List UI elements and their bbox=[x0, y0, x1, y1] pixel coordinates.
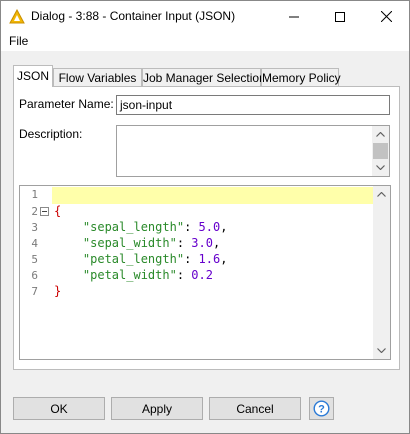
dialog-window: Dialog - 3:88 - Container Input (JSON) F… bbox=[0, 0, 410, 434]
line-number: 1 bbox=[31, 188, 38, 201]
menu-file[interactable]: File bbox=[9, 34, 28, 48]
svg-text:?: ? bbox=[318, 404, 325, 416]
code-line: "sepal_length": 5.0, bbox=[82, 220, 228, 234]
help-icon: ? bbox=[313, 400, 330, 417]
maximize-icon bbox=[335, 11, 345, 22]
line-number: 4 bbox=[31, 237, 38, 250]
json-editor[interactable]: 1 2 3 4 5 6 7 { "sepal_length": 5.0, "se… bbox=[19, 185, 391, 360]
code-line: "petal_length": 1.6, bbox=[82, 252, 228, 266]
tab-memory-policy[interactable]: Memory Policy bbox=[261, 68, 341, 86]
json-value: 0.2 bbox=[191, 268, 213, 282]
fold-collapse-icon[interactable] bbox=[40, 207, 49, 216]
tab-json[interactable]: JSON bbox=[13, 65, 53, 87]
parameter-name-input[interactable]: json-input bbox=[116, 95, 390, 115]
window-title: Dialog - 3:88 - Container Input (JSON) bbox=[31, 9, 236, 23]
menu-bar: File bbox=[1, 32, 409, 51]
tab-flow-variables[interactable]: Flow Variables bbox=[53, 68, 142, 86]
apply-button[interactable]: Apply bbox=[111, 397, 203, 420]
current-line-highlight bbox=[52, 187, 374, 204]
json-value: 5.0 bbox=[198, 220, 221, 234]
help-button[interactable]: ? bbox=[309, 397, 334, 420]
json-key: "sepal_width" bbox=[82, 236, 177, 250]
code-line: "sepal_width": 3.0, bbox=[82, 236, 221, 250]
minimize-icon bbox=[289, 16, 299, 17]
cancel-button[interactable]: Cancel bbox=[209, 397, 301, 420]
tab-job-manager-selection[interactable]: Job Manager Selection bbox=[142, 68, 266, 86]
code-line-close-brace: } bbox=[54, 284, 61, 298]
maximize-button[interactable] bbox=[317, 1, 363, 32]
scroll-up-icon[interactable] bbox=[372, 126, 389, 143]
ok-button[interactable]: OK bbox=[13, 397, 105, 420]
scroll-thumb[interactable] bbox=[373, 143, 388, 159]
scroll-up-icon[interactable] bbox=[373, 186, 390, 203]
code-line-open-brace: { bbox=[54, 204, 61, 218]
close-icon bbox=[380, 11, 392, 22]
description-textarea[interactable] bbox=[116, 125, 390, 177]
json-key: "petal_width" bbox=[82, 268, 177, 282]
code-line: "petal_width": 0.2 bbox=[82, 268, 213, 282]
line-number: 7 bbox=[31, 285, 38, 298]
json-value: 1.6 bbox=[198, 252, 221, 266]
editor-gutter: 1 2 3 4 5 6 7 bbox=[20, 186, 52, 359]
line-number: 2 bbox=[31, 205, 38, 218]
minimize-button[interactable] bbox=[271, 1, 317, 32]
line-number: 5 bbox=[31, 253, 38, 266]
title-bar[interactable]: Dialog - 3:88 - Container Input (JSON) bbox=[1, 1, 409, 32]
json-value: 3.0 bbox=[191, 236, 213, 250]
scroll-down-icon[interactable] bbox=[372, 159, 389, 176]
description-label: Description: bbox=[19, 127, 83, 141]
close-button[interactable] bbox=[363, 1, 409, 32]
json-key: "sepal_length" bbox=[82, 220, 185, 234]
close-brace: } bbox=[54, 284, 62, 298]
line-number: 3 bbox=[31, 221, 38, 234]
line-number: 6 bbox=[31, 269, 38, 282]
json-key: "petal_length" bbox=[82, 252, 185, 266]
open-brace: { bbox=[54, 204, 62, 218]
parameter-name-label: Parameter Name: bbox=[19, 97, 114, 111]
scroll-down-icon[interactable] bbox=[373, 342, 390, 359]
editor-scrollbar[interactable] bbox=[373, 186, 390, 359]
description-scrollbar[interactable] bbox=[372, 126, 389, 176]
knime-triangle-icon bbox=[9, 8, 25, 25]
